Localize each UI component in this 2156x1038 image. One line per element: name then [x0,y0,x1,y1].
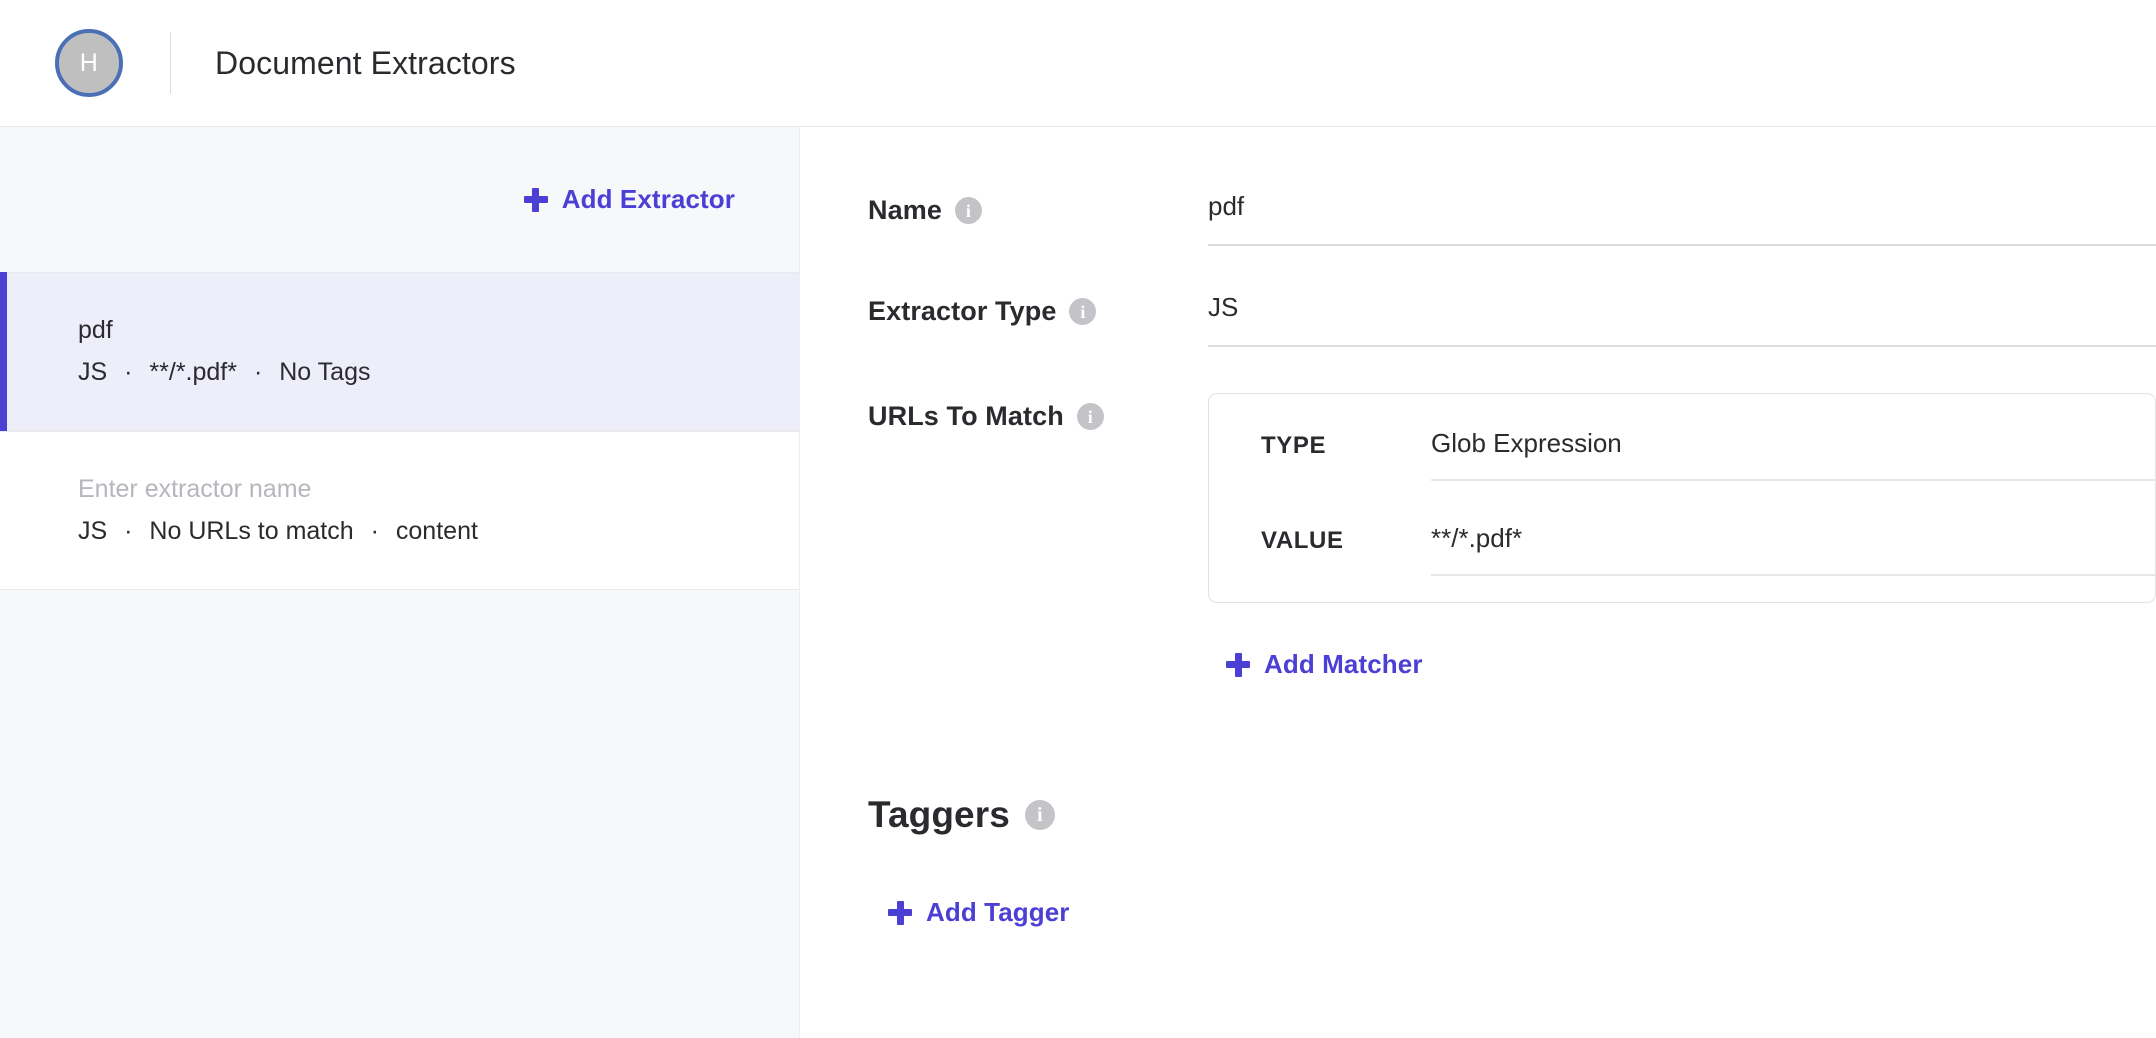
matchers-wrap: TYPE VALUE Add Matcher [868,391,2156,934]
taggers-heading: Taggers i [868,794,2156,836]
label-extractor-type: Extractor Type i [868,286,1208,327]
field-name-wrap [1208,185,2156,246]
header-divider [170,32,171,94]
matcher-value-label: VALUE [1261,527,1344,554]
app-root: H Document Extractors Add Extractor pdf … [0,0,2156,1038]
matcher-row-value: VALUE [1261,519,2155,576]
extractor-item-name[interactable]: Enter extractor name [78,475,799,504]
field-label-text: Name [868,195,942,225]
avatar[interactable]: H [55,29,123,97]
field-row-urls-to-match: URLs To Match i TYPE VALUE [868,391,2156,934]
extractor-detail-panel: Name i Extractor Type i [800,127,2156,1038]
field-label-text: URLs To Match [868,401,1064,431]
extractor-list: pdf JS · **/*.pdf* · No Tags Enter extra… [0,272,799,590]
add-extractor-button[interactable]: Add Extractor [522,178,737,221]
list-item[interactable]: pdf JS · **/*.pdf* · No Tags [0,272,799,431]
extractor-item-meta-tags: content [395,516,478,545]
page-title: Document Extractors [215,44,516,81]
taggers-heading-text: Taggers [868,794,1010,835]
extractor-item-meta: JS · No URLs to match · content [78,516,799,546]
add-tagger-wrap: Add Tagger [868,891,2156,934]
extractor-type-input[interactable] [1208,286,2156,347]
meta-separator: · [370,516,379,545]
matcher-type-label: TYPE [1261,432,1327,459]
app-body: Add Extractor pdf JS · **/*.pdf* · No Ta… [0,127,2156,1038]
field-extractor-type-wrap [1208,286,2156,347]
extractor-item-meta-urls: **/*.pdf* [149,357,237,386]
name-input[interactable] [1208,185,2156,246]
meta-separator: · [253,357,263,386]
info-icon[interactable]: i [1076,403,1104,430]
plus-icon [523,187,548,212]
extractor-item-name[interactable]: pdf [78,316,799,345]
matcher-card: TYPE VALUE [1208,393,2156,603]
info-icon[interactable]: i [1024,800,1055,830]
meta-separator: · [124,516,133,545]
plus-icon [1226,652,1250,677]
add-tagger-label: Add Tagger [926,897,1070,927]
add-matcher-wrap: Add Matcher [1208,643,2156,686]
label-name: Name i [868,185,1208,226]
field-row-extractor-type: Extractor Type i [868,286,2156,347]
extractors-sidebar: Add Extractor pdf JS · **/*.pdf* · No Ta… [0,127,800,1038]
extractor-item-meta-type: JS [78,357,108,386]
list-item[interactable]: Enter extractor name JS · No URLs to mat… [0,431,799,590]
extractor-item-meta: JS · **/*.pdf* · No Tags [78,357,799,387]
avatar-initial: H [79,48,99,77]
add-matcher-label: Add Matcher [1264,649,1423,679]
extractor-item-meta-tags: No Tags [279,357,371,386]
field-row-name: Name i [868,185,2156,246]
info-icon[interactable]: i [954,197,982,224]
field-label-text: Extractor Type [868,296,1057,326]
matcher-value-input[interactable] [1431,519,2155,576]
label-urls-to-match: URLs To Match i [868,391,1208,432]
sidebar-empty-area [0,590,799,1038]
add-matcher-button[interactable]: Add Matcher [1224,643,1425,686]
extractor-item-meta-urls: No URLs to match [149,516,354,545]
app-header: H Document Extractors [0,0,2156,127]
meta-separator: · [124,357,133,386]
matcher-type-input[interactable] [1431,424,2155,481]
add-tagger-button[interactable]: Add Tagger [886,891,1072,934]
plus-icon [888,900,912,925]
matcher-row-type: TYPE [1261,424,2155,481]
add-extractor-label: Add Extractor [561,184,735,214]
info-icon[interactable]: i [1069,298,1097,325]
extractor-item-meta-type: JS [78,516,108,545]
sidebar-toolbar: Add Extractor [0,127,799,272]
